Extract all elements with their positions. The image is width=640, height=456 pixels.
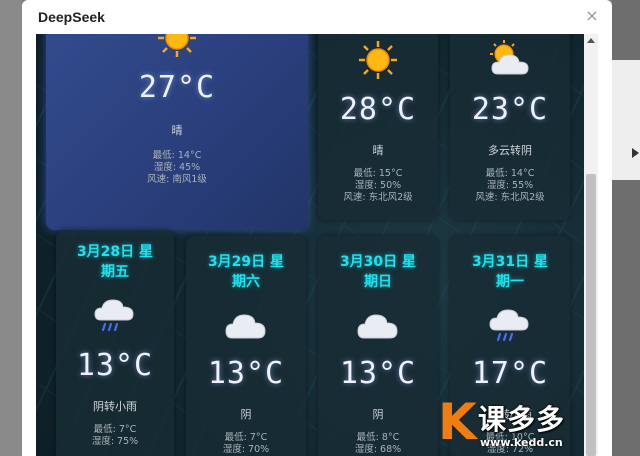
forecast-wind: 风速: 东北风2级: [475, 192, 545, 203]
forecast-date: 3月30日 星: [339, 254, 417, 270]
forecast-card: 3月30日 星 期日 13°C 阴 最低: 8°C 湿度: 68%: [318, 236, 438, 456]
forecast-humidity: 湿度: 75%: [91, 436, 139, 447]
sun-icon: [158, 34, 196, 57]
scroll-up-arrow-icon[interactable]: [587, 38, 595, 43]
forecast-condition: 晴: [372, 144, 384, 157]
forecast-humidity: 湿度: 70%: [222, 444, 270, 455]
forecast-low: 最低: 15°C: [353, 168, 403, 179]
today-condition: 晴: [171, 124, 183, 137]
forecast-humidity: 湿度: 68%: [354, 444, 402, 455]
sun-icon: [359, 41, 397, 79]
forecast-card: 3月29日 星 期六 13°C 阴 最低: 7°C 湿度: 70%: [186, 236, 306, 456]
cloud-icon: [357, 314, 398, 339]
forecast-temperature: 23°C: [471, 92, 549, 127]
vertical-scrollbar[interactable]: [584, 34, 598, 456]
partly-cloudy-icon: [490, 40, 529, 75]
forecast-low: 最低: 8°C: [356, 432, 400, 443]
forecast-low: 最低: 7°C: [224, 432, 268, 443]
forecast-low: 最低: 14°C: [485, 168, 535, 179]
today-wind: 风速: 南风1级: [147, 174, 207, 185]
watermark-url: www.kedd.cn: [480, 436, 563, 449]
today-temperature: 27°C: [138, 70, 216, 105]
forecast-temperature: 13°C: [207, 356, 285, 391]
forecast-condition: 多云转阴: [488, 144, 532, 157]
forecast-wind: 风速: 东北风2级: [343, 192, 413, 203]
forecast-temperature: 13°C: [76, 348, 154, 383]
forecast-date: 3月29日 星: [207, 254, 285, 270]
forecast-card: 3月28日 星 期五 13°C 阴转小雨 最低: 7°C 湿度: 75%: [56, 230, 174, 456]
deepseek-dialog: DeepSeek × 27°C 晴 最低: 14°C 湿度: 45% 风速: 南…: [22, 0, 612, 456]
forecast-low: 最低: 7°C: [93, 424, 137, 435]
background-panel: [612, 60, 640, 180]
forecast-temperature: 13°C: [339, 356, 417, 391]
rain-cloud-icon: [489, 309, 529, 342]
today-card: 27°C 晴 最低: 14°C 湿度: 45% 风速: 南风1级: [46, 34, 308, 230]
weather-preview[interactable]: 27°C 晴 最低: 14°C 湿度: 45% 风速: 南风1级 28°C 晴 …: [36, 34, 598, 456]
today-humidity: 湿度: 45%: [153, 162, 201, 173]
watermark: K 课多多 www.kedd.cn: [438, 396, 638, 456]
forecast-condition: 阴转小雨: [93, 400, 137, 413]
forecast-weekday: 期五: [101, 264, 129, 280]
forecast-temperature: 17°C: [471, 356, 549, 391]
forecast-card: 23°C 多云转阴 最低: 14°C 湿度: 55% 风速: 东北风2级: [450, 34, 570, 220]
cloud-icon: [225, 314, 266, 339]
dialog-title: DeepSeek: [38, 9, 105, 25]
forecast-humidity: 湿度: 50%: [354, 180, 402, 191]
forecast-condition: 阴: [372, 408, 384, 421]
forecast-date: 3月31日 星: [471, 254, 549, 270]
watermark-logo-icon: K: [438, 393, 477, 451]
forecast-card: 28°C 晴 最低: 15°C 湿度: 50% 风速: 东北风2级: [318, 34, 438, 220]
forecast-temperature: 28°C: [339, 92, 417, 127]
forecast-humidity: 湿度: 55%: [486, 180, 534, 191]
play-icon: [632, 148, 639, 158]
forecast-date: 3月28日 星: [76, 244, 154, 260]
rain-cloud-icon: [94, 299, 134, 332]
today-low: 最低: 14°C: [152, 150, 202, 161]
forecast-condition: 阴: [240, 408, 252, 421]
forecast-weekday: 期日: [364, 274, 392, 290]
forecast-weekday: 期六: [232, 274, 260, 290]
close-button[interactable]: ×: [582, 6, 602, 26]
forecast-weekday: 期一: [496, 274, 524, 290]
background-left: [0, 0, 22, 456]
watermark-text: 课多多: [478, 403, 566, 436]
